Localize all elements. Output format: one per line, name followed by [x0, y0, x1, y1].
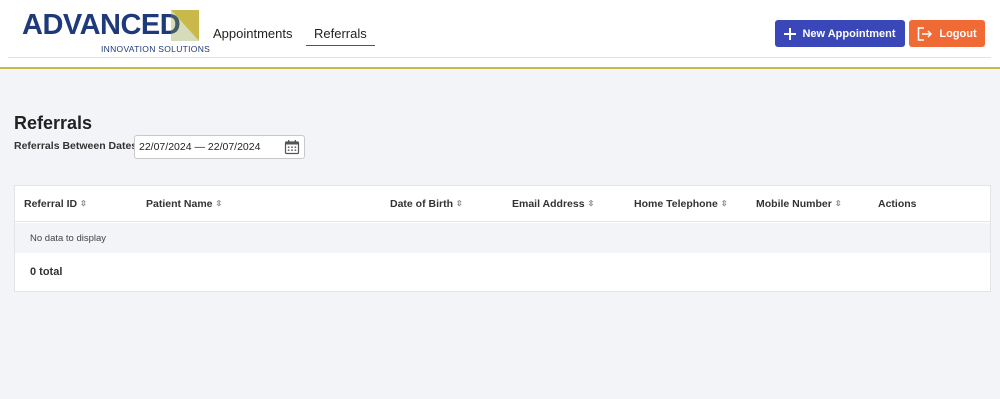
brand-logo[interactable]: ADVANCED INNOVATION SOLUTIONS — [22, 9, 210, 57]
plus-icon — [784, 27, 797, 40]
empty-state-text: No data to display — [30, 233, 107, 244]
sort-icon: ⇳ — [215, 199, 223, 208]
referrals-table: Referral ID ⇳ Patient Name ⇳ Date of Bir… — [14, 185, 991, 292]
column-header-email-address[interactable]: Email Address ⇳ — [512, 198, 594, 210]
sort-icon: ⇳ — [80, 199, 87, 208]
nav-item-appointments[interactable]: Appointments — [205, 22, 301, 45]
empty-state-row: No data to display — [15, 223, 990, 253]
header-divider — [8, 57, 991, 58]
sort-icon: ⇳ — [834, 199, 842, 208]
new-appointment-button[interactable]: New Appointment — [775, 20, 905, 47]
accent-divider — [0, 67, 1000, 69]
sort-icon: ⇳ — [587, 199, 595, 208]
date-range-value[interactable]: 22/07/2024 — 22/07/2024 — [139, 141, 260, 153]
nav-item-referrals[interactable]: Referrals — [306, 22, 375, 46]
column-header-date-of-birth[interactable]: Date of Birth ⇳ — [390, 198, 463, 210]
brand-mark-icon — [171, 10, 199, 41]
page-title: Referrals — [14, 113, 93, 133]
column-header-actions: Actions — [878, 198, 917, 210]
table-total: 0 total — [30, 266, 63, 278]
date-filter-label: Referrals Between Dates — [14, 140, 138, 152]
date-range-picker[interactable]: 22/07/2024 — 22/07/2024 — [134, 135, 305, 159]
table-header: Referral ID ⇳ Patient Name ⇳ Date of Bir… — [15, 186, 990, 222]
column-header-referral-id[interactable]: Referral ID ⇳ — [24, 198, 87, 210]
sort-icon: ⇳ — [456, 199, 463, 208]
logout-label: Logout — [939, 27, 977, 40]
logout-button[interactable]: Logout — [909, 20, 985, 47]
column-header-home-telephone[interactable]: Home Telephone ⇳ — [634, 198, 728, 210]
column-header-mobile-number[interactable]: Mobile Number ⇳ — [756, 198, 842, 210]
sort-icon: ⇳ — [720, 199, 728, 208]
logout-icon — [918, 26, 933, 41]
brand-tagline: INNOVATION SOLUTIONS — [101, 44, 211, 54]
calendar-icon[interactable] — [284, 139, 300, 155]
top-bar: ADVANCED INNOVATION SOLUTIONS Appointmen… — [0, 0, 1000, 68]
new-appointment-label: New Appointment — [802, 27, 896, 40]
column-header-patient-name[interactable]: Patient Name ⇳ — [146, 198, 222, 210]
brand-name: ADVANCED — [22, 9, 181, 41]
